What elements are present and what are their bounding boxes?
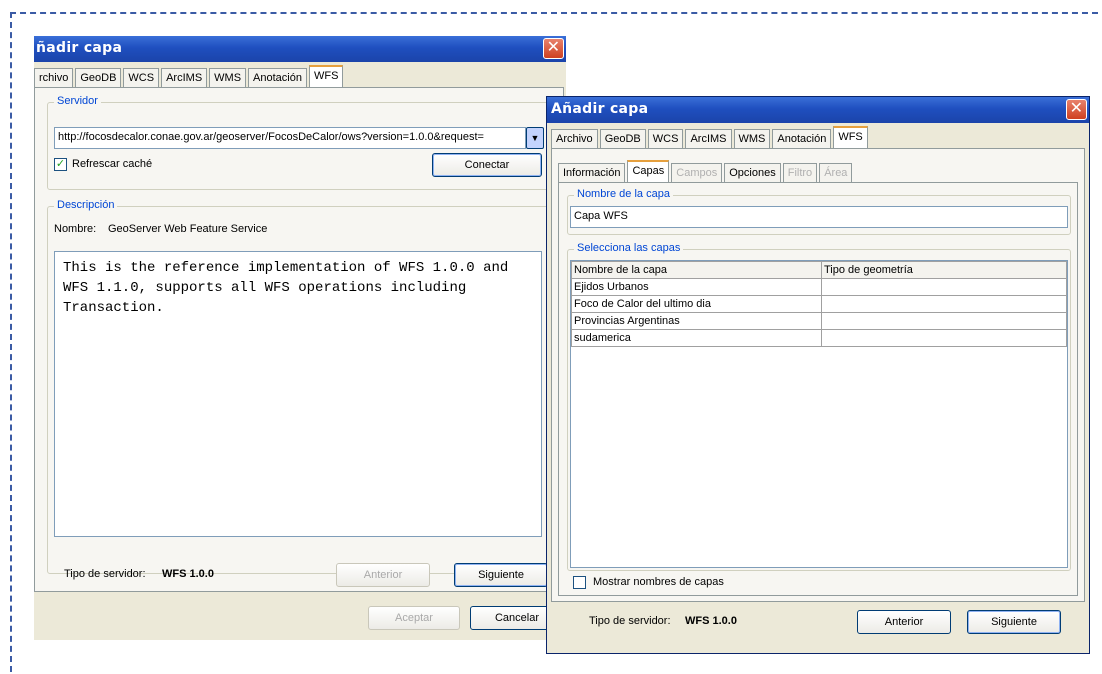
connect-button[interactable]: Conectar bbox=[432, 153, 542, 177]
tab-geodb[interactable]: GeoDB bbox=[75, 68, 122, 87]
left-previous-button[interactable]: Anterior bbox=[336, 563, 430, 587]
tab-geodb[interactable]: GeoDB bbox=[599, 129, 646, 148]
server-url-combobox[interactable]: http://focosdecalor.conae.gov.ar/geoserv… bbox=[54, 127, 526, 149]
tab-wcs[interactable]: WCS bbox=[123, 68, 160, 87]
table-row[interactable]: Ejidos Urbanos bbox=[571, 278, 1067, 296]
subtab-campos[interactable]: Campos bbox=[671, 163, 723, 182]
dashed-frame-left bbox=[10, 12, 12, 672]
layers-table-container: Nombre de la capa Tipo de geometría Ejid… bbox=[570, 260, 1068, 568]
table-row[interactable]: Foco de Calor del ultimo dia bbox=[571, 295, 1067, 313]
left-tab-panel: Servidor http://focosdecalor.conae.gov.a… bbox=[34, 87, 564, 592]
table-cell: Foco de Calor del ultimo dia bbox=[571, 295, 822, 313]
left-window-title: ñadir capa bbox=[36, 40, 123, 56]
table-cell: Provincias Argentinas bbox=[571, 312, 822, 330]
tab-wms[interactable]: WMS bbox=[209, 68, 247, 87]
checkmark-icon: ✓ bbox=[55, 158, 66, 170]
chevron-down-icon: ▼ bbox=[530, 133, 540, 143]
server-url-dropdown-button[interactable]: ▼ bbox=[526, 127, 544, 149]
show-layer-names-label: Mostrar nombres de capas bbox=[593, 576, 724, 588]
layer-name-input[interactable]: Capa WFS bbox=[570, 206, 1068, 228]
subtab-filtro[interactable]: Filtro bbox=[782, 163, 818, 182]
accept-button[interactable]: Aceptar bbox=[368, 606, 460, 630]
name-label: Nombre: bbox=[54, 223, 97, 235]
description-textarea[interactable]: This is the reference implementation of … bbox=[54, 251, 542, 537]
table-cell: sudamerica bbox=[571, 329, 822, 347]
refresh-cache-label: Refrescar caché bbox=[72, 158, 153, 170]
tab-wfs[interactable]: WFS bbox=[308, 65, 344, 87]
tab-archivo[interactable]: rchivo bbox=[34, 68, 74, 87]
table-row[interactable]: sudamerica bbox=[571, 329, 1067, 347]
tab-arcims[interactable]: ArcIMS bbox=[685, 129, 732, 148]
table-cell: Ejidos Urbanos bbox=[571, 278, 822, 296]
show-layer-names-checkbox[interactable] bbox=[573, 576, 586, 589]
right-server-type-label: Tipo de servidor: bbox=[589, 615, 671, 627]
right-title-bar: Añadir capa ✕ bbox=[547, 97, 1089, 123]
table-row[interactable]: Provincias Argentinas bbox=[571, 312, 1067, 330]
description-group-label: Descripción bbox=[54, 199, 118, 211]
table-cell bbox=[821, 295, 1067, 313]
right-main-tabs: Archivo GeoDB WCS ArcIMS WMS Anotación W… bbox=[551, 126, 870, 148]
column-header-layer-name[interactable]: Nombre de la capa bbox=[571, 261, 822, 279]
table-cell bbox=[821, 329, 1067, 347]
tab-wcs[interactable]: WCS bbox=[647, 129, 684, 148]
left-dialog-window: ñadir capa ✕ rchivo GeoDB WCS ArcIMS WMS… bbox=[34, 36, 566, 640]
subtab-informacion[interactable]: Información bbox=[558, 163, 626, 182]
layer-name-group-label: Nombre de la capa bbox=[574, 188, 673, 200]
tab-wms[interactable]: WMS bbox=[733, 129, 771, 148]
right-dialog-window: Añadir capa ✕ Archivo GeoDB WCS ArcIMS W… bbox=[546, 96, 1090, 654]
server-group: Servidor http://focosdecalor.conae.gov.a… bbox=[47, 95, 549, 190]
dashed-frame-top bbox=[10, 12, 1098, 14]
subtab-area[interactable]: Área bbox=[819, 163, 853, 182]
wfs-subtabs: Información Capas Campos Opciones Filtro… bbox=[558, 160, 854, 182]
refresh-cache-checkbox[interactable]: ✓ bbox=[54, 158, 67, 171]
name-value: GeoServer Web Feature Service bbox=[108, 223, 268, 235]
right-tab-panel: Información Capas Campos Opciones Filtro… bbox=[551, 148, 1085, 602]
tab-anotacion[interactable]: Anotación bbox=[772, 129, 832, 148]
table-cell bbox=[821, 278, 1067, 296]
capas-subpanel: Nombre de la capa Capa WFS Selecciona la… bbox=[558, 182, 1078, 596]
subtab-capas[interactable]: Capas bbox=[627, 160, 670, 182]
table-cell bbox=[821, 312, 1067, 330]
tab-archivo[interactable]: Archivo bbox=[551, 129, 598, 148]
left-next-button[interactable]: Siguiente bbox=[454, 563, 548, 587]
close-icon[interactable]: ✕ bbox=[1066, 99, 1087, 120]
left-main-tabs: rchivo GeoDB WCS ArcIMS WMS Anotación WF… bbox=[34, 65, 345, 87]
select-layers-group-label: Selecciona las capas bbox=[574, 242, 684, 254]
left-server-type-value: WFS 1.0.0 bbox=[162, 568, 214, 580]
left-server-type-label: Tipo de servidor: bbox=[64, 568, 146, 580]
right-server-type-value: WFS 1.0.0 bbox=[685, 615, 737, 627]
close-icon[interactable]: ✕ bbox=[543, 38, 564, 59]
right-next-button[interactable]: Siguiente bbox=[967, 610, 1061, 634]
column-header-geometry-type[interactable]: Tipo de geometría bbox=[821, 261, 1067, 279]
tab-arcims[interactable]: ArcIMS bbox=[161, 68, 208, 87]
tab-anotacion[interactable]: Anotación bbox=[248, 68, 307, 87]
select-layers-group: Selecciona las capas Nombre de la capa T… bbox=[567, 242, 1071, 571]
right-window-title: Añadir capa bbox=[551, 101, 649, 117]
subtab-opciones[interactable]: Opciones bbox=[724, 163, 781, 182]
left-title-bar: ñadir capa ✕ bbox=[34, 36, 566, 62]
server-group-label: Servidor bbox=[54, 95, 101, 107]
description-group: Descripción Nombre: GeoServer Web Featur… bbox=[47, 199, 549, 574]
table-header-row: Nombre de la capa Tipo de geometría bbox=[571, 261, 1067, 279]
layer-name-group: Nombre de la capa Capa WFS bbox=[567, 188, 1071, 235]
right-previous-button[interactable]: Anterior bbox=[857, 610, 951, 634]
layers-table: Nombre de la capa Tipo de geometría Ejid… bbox=[571, 261, 1067, 347]
tab-wfs[interactable]: WFS bbox=[833, 126, 868, 148]
